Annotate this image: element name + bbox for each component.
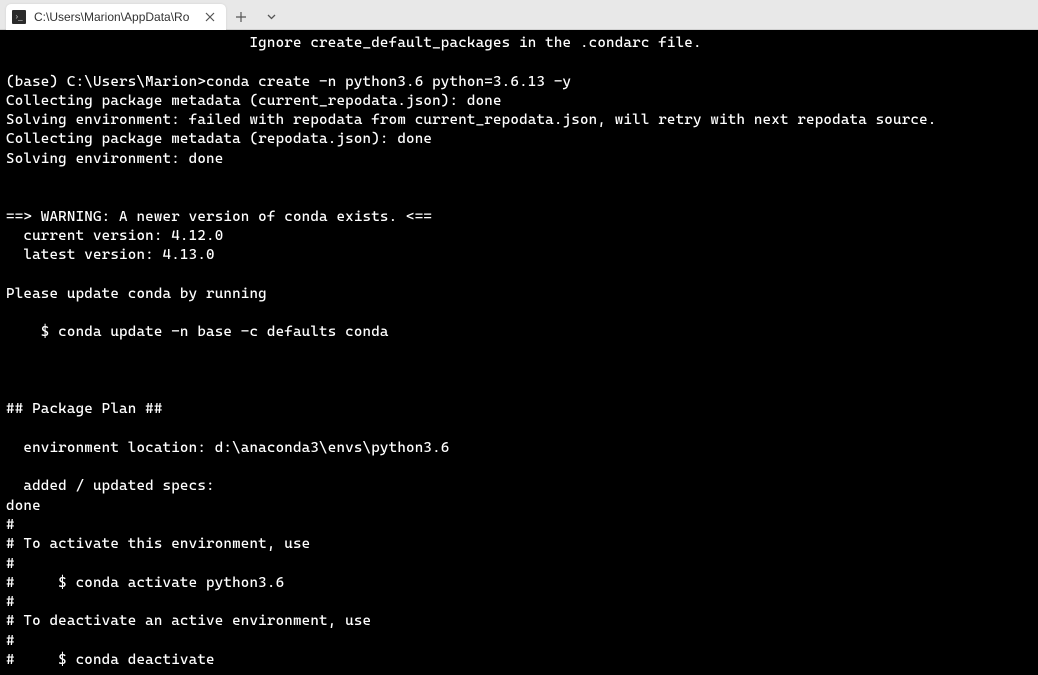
plus-icon <box>235 11 247 23</box>
tab-dropdown-button[interactable] <box>256 4 286 30</box>
close-icon <box>205 12 215 22</box>
tab-title: C:\Users\Marion\AppData\Ro <box>34 10 194 24</box>
close-tab-button[interactable] <box>202 9 218 25</box>
chevron-down-icon <box>266 11 277 22</box>
terminal-output[interactable]: Ignore create_default_packages in the .c… <box>0 30 1038 675</box>
new-tab-button[interactable] <box>226 4 256 30</box>
terminal-icon: ›_ <box>12 10 26 24</box>
titlebar: ›_ C:\Users\Marion\AppData\Ro <box>0 0 1038 30</box>
active-tab[interactable]: ›_ C:\Users\Marion\AppData\Ro <box>6 4 226 30</box>
